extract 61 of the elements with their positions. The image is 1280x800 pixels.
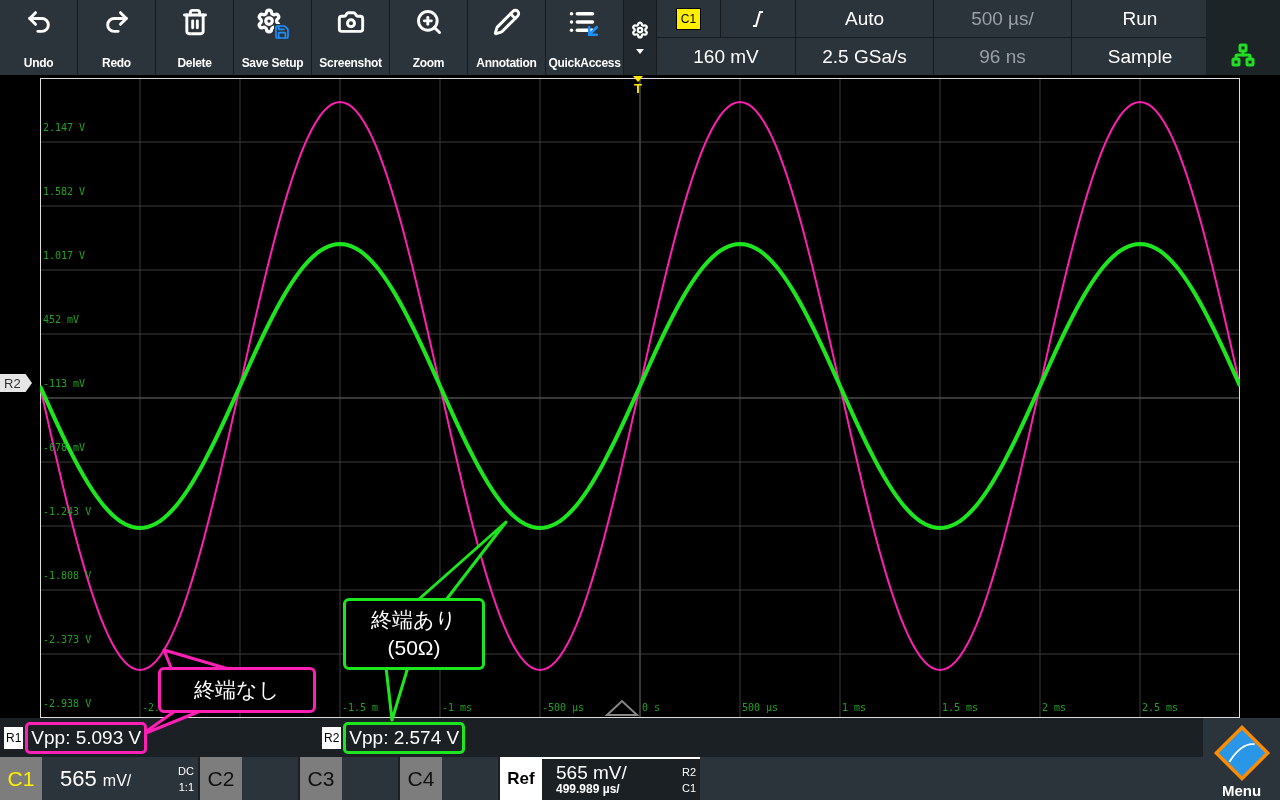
channel-tab[interactable]: C3 xyxy=(300,757,342,800)
time-label: 2.5 ms xyxy=(1142,702,1179,713)
callout-label: 終端あり (50Ω) xyxy=(343,598,485,670)
channel-tab[interactable]: C4 xyxy=(400,757,442,800)
toolbar-button[interactable]: Zoom xyxy=(390,0,467,75)
time-label: 500 µs xyxy=(742,702,779,713)
time-label: 2 ms xyxy=(1042,702,1067,713)
time-label: -2. xyxy=(142,702,161,713)
probe-ratio: 1:1 xyxy=(178,780,194,793)
toolbar-button[interactable]: Screenshot xyxy=(312,0,389,75)
network-icon xyxy=(1231,43,1255,67)
measurement-value[interactable]: Vpp: 5.093 V xyxy=(25,721,148,754)
time-label: -1.5 m xyxy=(342,702,379,713)
voltage-label: -2.938 V xyxy=(43,698,92,709)
toolbar-button[interactable]: Delete xyxy=(156,0,233,75)
voltage-label: 1.017 V xyxy=(43,250,86,261)
rising-edge-icon[interactable] xyxy=(752,10,764,27)
diamond-logo-icon xyxy=(1211,723,1272,783)
camera-icon xyxy=(336,8,365,36)
measurement-value[interactable]: Vpp: 2.574 V xyxy=(343,721,466,754)
toolbar-button[interactable]: Save Setup xyxy=(234,0,311,75)
status-value[interactable]: Run xyxy=(1072,0,1208,37)
pencil-icon xyxy=(492,8,521,36)
voltage-label: 2.147 V xyxy=(43,122,86,133)
status-value[interactable]: Sample xyxy=(1072,38,1208,75)
status-value[interactable]: 2.5 GSa/s xyxy=(796,38,933,75)
time-reference-marker xyxy=(605,699,639,717)
settings-icon[interactable] xyxy=(631,21,649,39)
gear-save-icon xyxy=(255,8,290,40)
toolbar-button[interactable]: Redo xyxy=(78,0,155,75)
status-value[interactable]: 160 mV xyxy=(657,38,795,75)
voltage-label: -2.373 V xyxy=(43,634,92,645)
reference-source: R2 xyxy=(681,765,696,778)
time-label: 0 s xyxy=(642,702,661,713)
reference-tab[interactable]: Ref xyxy=(500,757,542,800)
channel-scale: 565 mV/ xyxy=(60,765,132,792)
reference-scale: 565 mV/ xyxy=(556,763,627,782)
toolbar-button[interactable]: Undo xyxy=(0,0,77,75)
menu-button[interactable]: Menu xyxy=(1203,718,1280,800)
time-label: -500 µs xyxy=(542,702,585,713)
toolbar-button[interactable]: Annotation xyxy=(468,0,545,75)
voltage-label: 1.582 V xyxy=(43,186,86,197)
coupling-label: DC xyxy=(178,764,194,777)
time-label: 1.5 ms xyxy=(942,702,979,713)
toolbar-button[interactable]: QuickAccess xyxy=(546,0,623,75)
reference-marker[interactable]: R2 xyxy=(0,374,32,392)
zoom-icon xyxy=(414,8,443,36)
status-value[interactable]: Auto xyxy=(796,0,933,37)
reference-source: C1 xyxy=(681,781,696,794)
channel-tab[interactable]: C2 xyxy=(200,757,242,800)
reference-tag: R2 xyxy=(322,726,342,749)
trigger-source-badge[interactable]: C1 xyxy=(675,7,702,30)
time-label: 1 ms xyxy=(842,702,867,713)
caret-icon[interactable] xyxy=(636,49,644,54)
reference-settings[interactable]: 565 mV/ 499.989 µs/ R2 C1 xyxy=(542,757,700,800)
voltage-label: -113 mV xyxy=(43,378,86,389)
time-label: -1 ms xyxy=(442,702,473,713)
reference-tag: R1 xyxy=(4,726,24,749)
trash-icon xyxy=(180,8,209,36)
reference-timebase: 499.989 µs/ xyxy=(556,782,621,796)
voltage-label: 452 mV xyxy=(43,314,80,325)
